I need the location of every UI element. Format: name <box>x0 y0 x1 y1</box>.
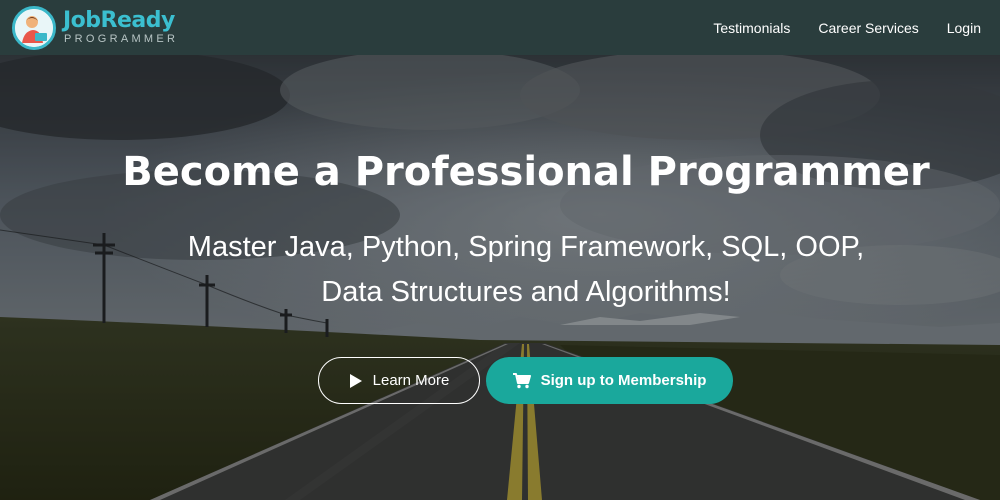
nav-link-testimonials[interactable]: Testimonials <box>713 20 790 36</box>
nav-link-career-services[interactable]: Career Services <box>818 20 918 36</box>
hero-subtitle: Master Java, Python, Spring Framework, S… <box>0 225 1000 315</box>
nav-link-login[interactable]: Login <box>947 20 981 36</box>
learn-more-label: Learn More <box>372 372 450 389</box>
signup-membership-label: Sign up to Membership <box>540 372 707 389</box>
landing-page: JobReady PROGRAMMER Testimonials Career … <box>0 0 1000 500</box>
signup-membership-button[interactable]: Sign up to Membership <box>486 357 733 404</box>
hero-subtitle-line-2: Data Structures and Algorithms! <box>321 276 731 308</box>
logo-title: JobReady <box>63 8 175 33</box>
hero-subtitle-line-1: Master Java, Python, Spring Framework, S… <box>187 231 865 263</box>
hero-title: Become a Professional Programmer <box>122 149 930 195</box>
logo-badge-icon <box>12 5 56 50</box>
cart-icon <box>512 372 531 389</box>
main-nav: Testimonials Career Services Login <box>685 20 981 36</box>
play-icon <box>349 373 363 389</box>
logo-subtitle: PROGRAMMER <box>64 33 179 45</box>
hero-section: Become a Professional Programmer Master … <box>0 55 1000 500</box>
site-logo[interactable]: JobReady PROGRAMMER <box>12 5 179 50</box>
top-navbar: JobReady PROGRAMMER Testimonials Career … <box>0 0 1000 55</box>
learn-more-button[interactable]: Learn More <box>318 357 480 404</box>
